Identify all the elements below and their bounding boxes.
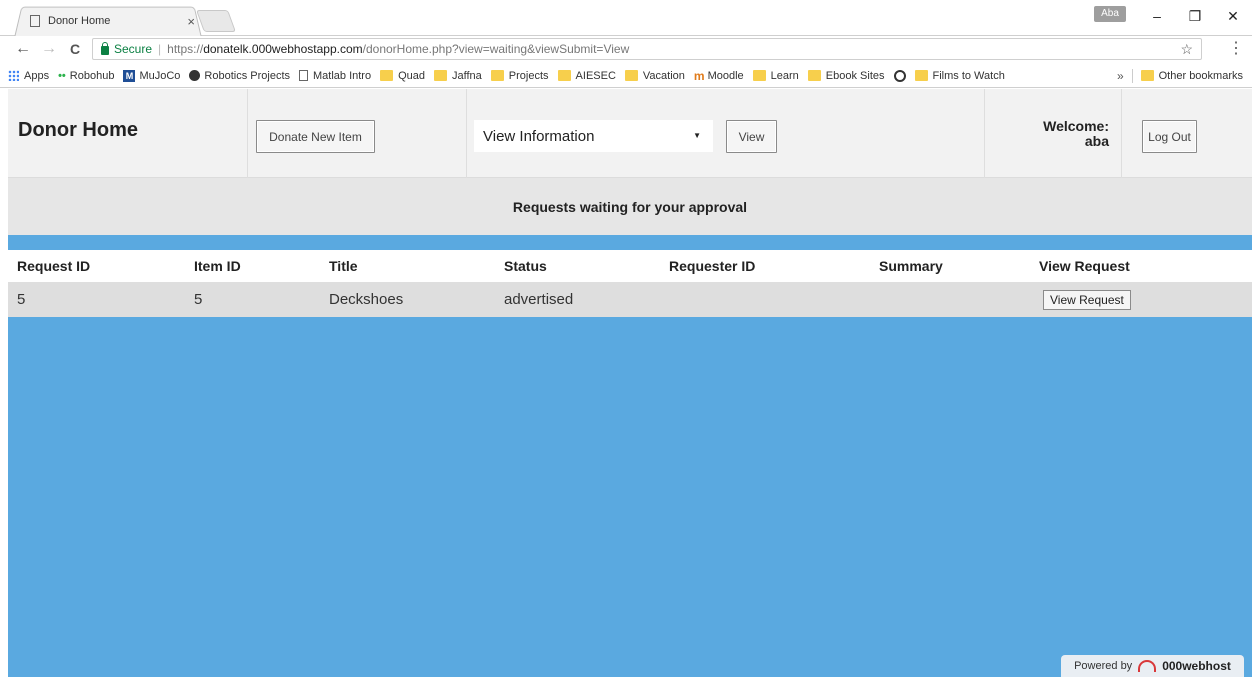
- bookmark-apps[interactable]: Apps: [8, 70, 49, 82]
- circle-logo-icon: [893, 69, 906, 82]
- column-header: Request ID: [17, 258, 91, 274]
- browser-menu-icon[interactable]: ⋮: [1226, 38, 1246, 60]
- folder-icon: [1140, 70, 1154, 81]
- url-host: donatelk.000webhostapp.com: [203, 42, 363, 56]
- profile-button[interactable]: Aba: [1094, 6, 1126, 22]
- column-header: View Request: [1039, 258, 1130, 274]
- bookmarks-divider: [1131, 68, 1133, 83]
- bookmark-vacation[interactable]: Vacation: [624, 70, 685, 82]
- folder-icon: [557, 70, 571, 81]
- address-bar-row: ← → C Secure | https:// donatelk.000webh…: [0, 36, 1252, 64]
- page-content: Donor Home Donate New Item View Informat…: [8, 89, 1252, 677]
- lock-icon: [101, 41, 109, 55]
- bookmark-quad[interactable]: Quad: [380, 70, 425, 82]
- column-header: Summary: [879, 258, 943, 274]
- bookmark-matlab-intro[interactable]: Matlab Intro: [299, 70, 371, 82]
- bookmarks-overflow-icon[interactable]: »: [1117, 69, 1124, 83]
- powered-by-label: Powered by: [1074, 660, 1133, 672]
- folder-icon: [434, 70, 448, 81]
- url-path: /donorHome.php?view=waiting&viewSubmit=V…: [362, 42, 630, 56]
- bookmark-films-to-watch[interactable]: Films to Watch: [914, 70, 1005, 82]
- logout-button[interactable]: Log Out: [1142, 120, 1197, 153]
- forward-icon[interactable]: →: [38, 38, 60, 60]
- moodle-icon: m: [693, 68, 705, 83]
- folder-icon: [914, 70, 928, 81]
- table-row: 5 5 Deckshoes advertised View Request: [8, 282, 1252, 317]
- welcome-label: Welcome:: [1043, 118, 1109, 134]
- back-icon[interactable]: ←: [12, 38, 34, 60]
- page-title: Donor Home: [18, 119, 138, 141]
- section-heading: Requests waiting for your approval: [8, 178, 1252, 235]
- page-icon: [299, 70, 308, 81]
- apps-grid-icon: [8, 70, 19, 81]
- username: aba: [1084, 133, 1109, 149]
- column-header: Title: [329, 258, 358, 274]
- cell-requester-id: [660, 282, 669, 317]
- tab-close-icon[interactable]: ×: [187, 14, 195, 29]
- view-select[interactable]: View Information ▼: [474, 120, 713, 152]
- column-header: Requester ID: [669, 258, 756, 274]
- github-icon: [189, 70, 201, 81]
- bookmark-robohub[interactable]: •• Robohub: [58, 70, 114, 82]
- bookmark-jaffna[interactable]: Jaffna: [434, 70, 482, 82]
- 000webhost-logo-icon: [1138, 660, 1157, 672]
- donate-new-item-button[interactable]: Donate New Item: [256, 120, 375, 153]
- powered-by-brand: 000webhost: [1162, 659, 1231, 673]
- minimize-icon[interactable]: –: [1138, 0, 1176, 32]
- url-separator: |: [158, 42, 162, 56]
- dots-icon: ••: [58, 69, 66, 82]
- reload-icon[interactable]: C: [64, 38, 86, 60]
- cell-status: advertised: [504, 291, 574, 308]
- bookmark-star-icon[interactable]: ☆: [1180, 41, 1193, 58]
- bookmark-mujoco[interactable]: M MuJoCo: [123, 69, 180, 82]
- url-input[interactable]: Secure | https:// donatelk.000webhostapp…: [92, 38, 1202, 60]
- tab-strip: Donor Home × Aba – ❐ ✕: [0, 0, 1252, 37]
- folder-icon: [752, 70, 766, 81]
- folder-icon: [490, 70, 504, 81]
- requests-table: Request ID Item ID Title Status Requeste…: [8, 250, 1252, 317]
- column-header: Item ID: [194, 258, 241, 274]
- bookmark-aiesec[interactable]: AIESEC: [557, 70, 616, 82]
- dropdown-caret-icon: ▼: [693, 131, 701, 140]
- powered-by-badge[interactable]: Powered by 000webhost: [1061, 655, 1244, 677]
- cell-request-id: 5: [17, 291, 26, 308]
- view-select-value: View Information: [483, 127, 595, 145]
- bookmark-projects[interactable]: Projects: [490, 70, 549, 82]
- welcome-text: Welcome: aba: [1043, 119, 1109, 149]
- view-button[interactable]: View: [726, 120, 777, 153]
- close-window-icon[interactable]: ✕: [1214, 0, 1252, 32]
- tab-content[interactable]: Donor Home ×: [30, 11, 195, 31]
- column-header: Status: [504, 258, 547, 274]
- header-title-cell: Donor Home: [8, 89, 248, 178]
- url-scheme: https://: [167, 42, 204, 56]
- cell-summary: [870, 282, 879, 317]
- cell-item-id: 5: [194, 291, 203, 308]
- bookmarks-bar: Apps •• Robohub M MuJoCo Robotics Projects…: [0, 64, 1252, 88]
- bookmark-ebook-sites[interactable]: Ebook Sites: [807, 70, 885, 82]
- tab-title: Donor Home: [48, 15, 111, 27]
- window-controls: – ❐ ✕: [1138, 0, 1252, 32]
- bookmark-circle[interactable]: [893, 69, 906, 82]
- page-icon: [30, 15, 40, 27]
- new-tab-button[interactable]: [195, 10, 237, 32]
- secure-label: Secure: [114, 42, 153, 56]
- m-logo-icon: M: [123, 69, 136, 82]
- table-header: Request ID Item ID Title Status Requeste…: [8, 250, 1252, 282]
- header-donate-cell: Donate New Item: [248, 89, 467, 178]
- bookmark-moodle[interactable]: m Moodle: [694, 69, 744, 83]
- restore-icon[interactable]: ❐: [1176, 0, 1214, 32]
- folder-icon: [624, 70, 638, 81]
- folder-icon: [807, 70, 821, 81]
- view-request-button[interactable]: View Request: [1043, 289, 1131, 310]
- site-header: Donor Home Donate New Item View Informat…: [8, 89, 1252, 178]
- other-bookmarks[interactable]: Other bookmarks: [1140, 70, 1243, 82]
- bookmark-learn[interactable]: Learn: [752, 70, 799, 82]
- cell-action: View Request: [1034, 282, 1131, 317]
- cell-title: Deckshoes: [329, 291, 404, 308]
- bookmark-robotics-projects[interactable]: Robotics Projects: [189, 70, 290, 82]
- folder-icon: [380, 70, 394, 81]
